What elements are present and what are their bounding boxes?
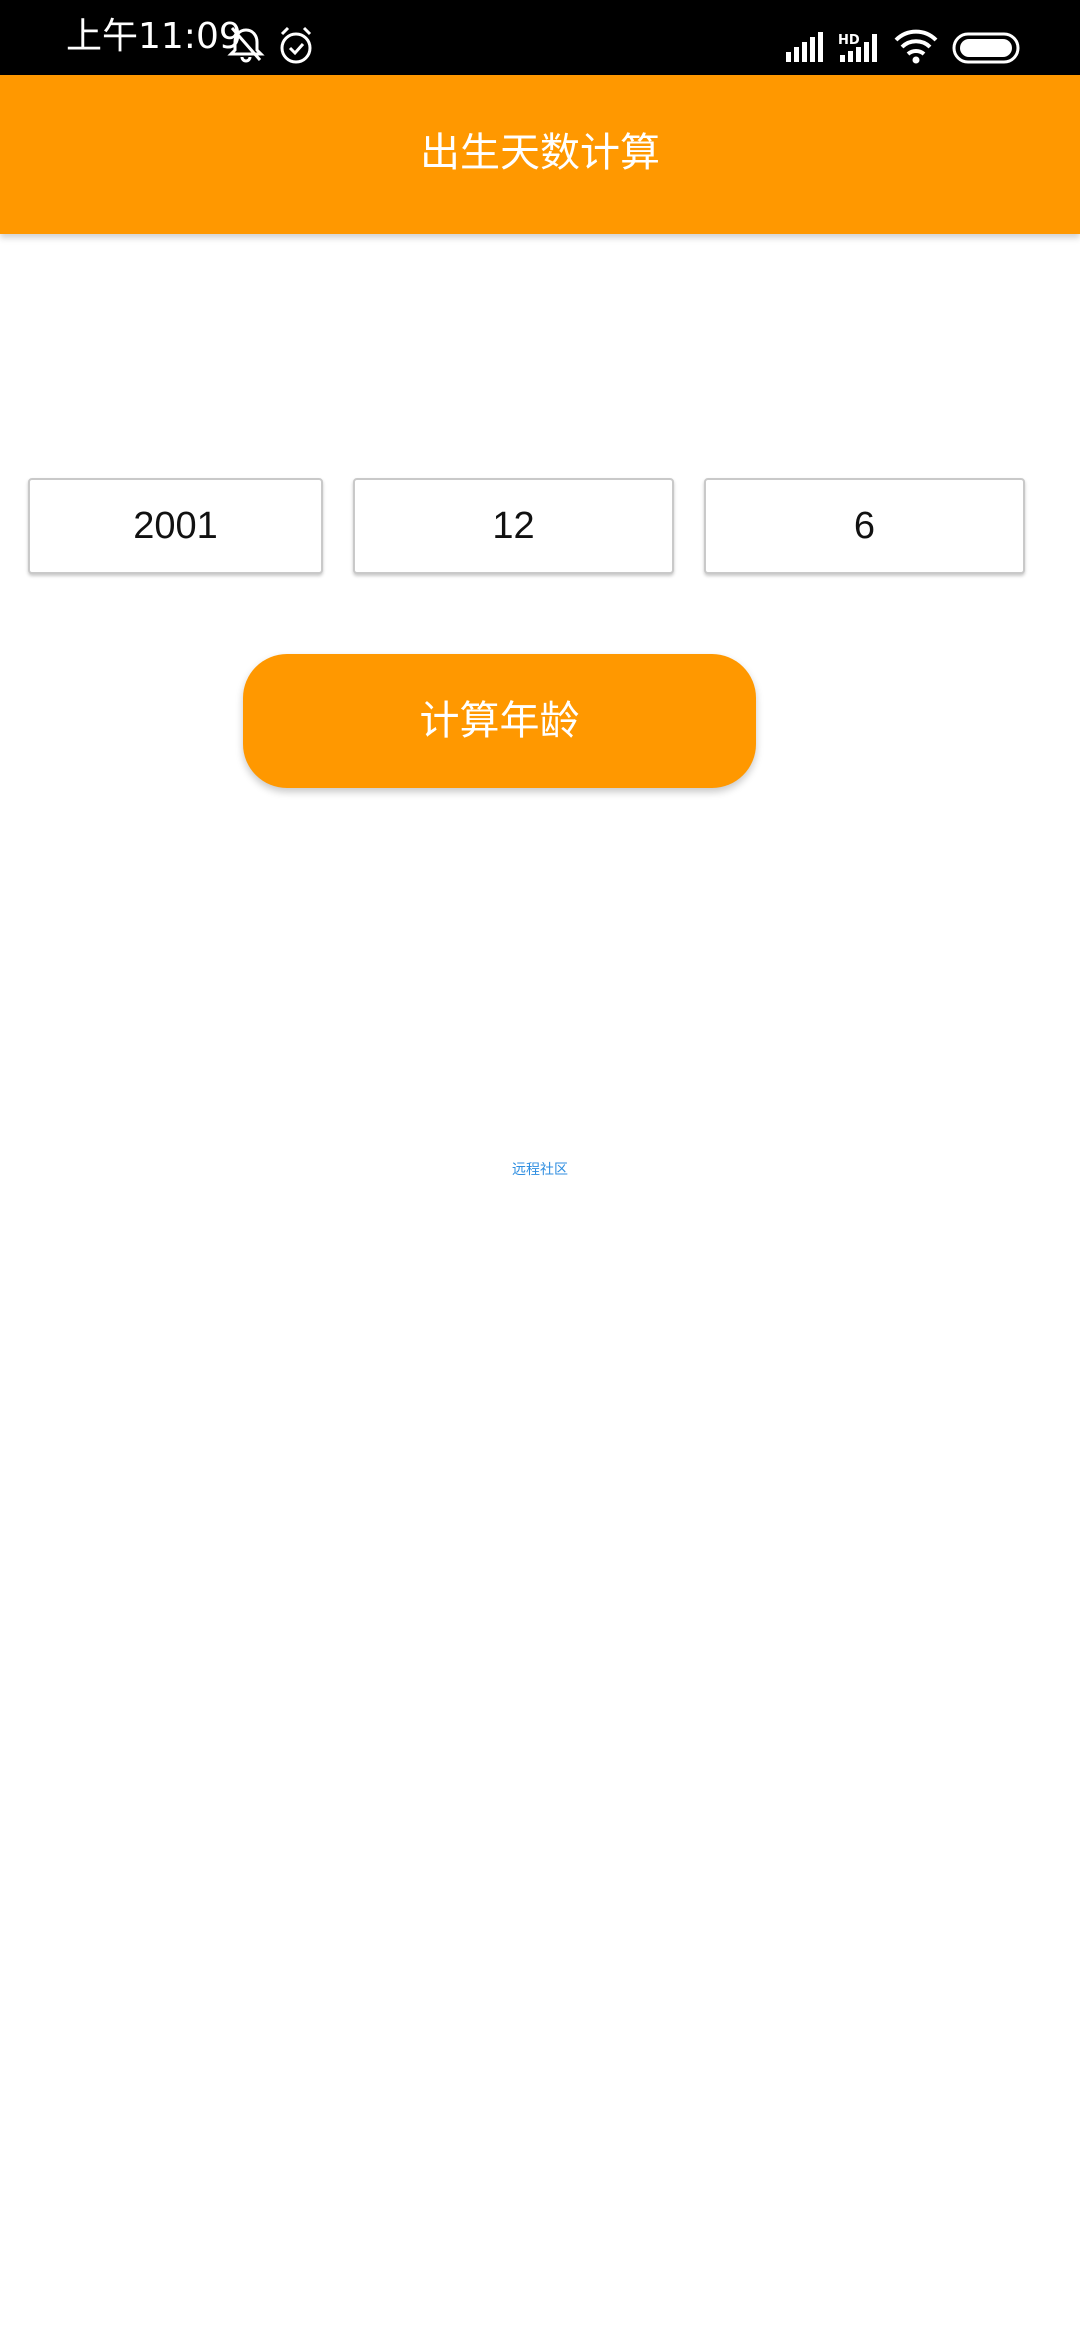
signal-icon (784, 0, 826, 79)
month-input[interactable]: 12 (353, 478, 674, 574)
hd-signal-icon: HD (838, 0, 882, 79)
calculate-age-button[interactable]: 计算年龄 (243, 654, 756, 788)
day-input[interactable]: 6 (704, 478, 1025, 574)
wifi-icon (892, 0, 940, 79)
svg-text:HD: HD (838, 33, 860, 48)
mute-bell-icon (226, 0, 266, 79)
status-time: 上午11:09 (66, 16, 242, 57)
app-bar: 出生天数计算 (0, 75, 1080, 234)
alarm-icon (276, 0, 316, 79)
battery-icon (952, 0, 1024, 79)
community-link[interactable]: 远程社区 (0, 1160, 1080, 1180)
year-input[interactable]: 2001 (28, 478, 323, 574)
page-title: 出生天数计算 (420, 130, 660, 176)
status-bar: 上午11:09 HD (0, 0, 1080, 75)
